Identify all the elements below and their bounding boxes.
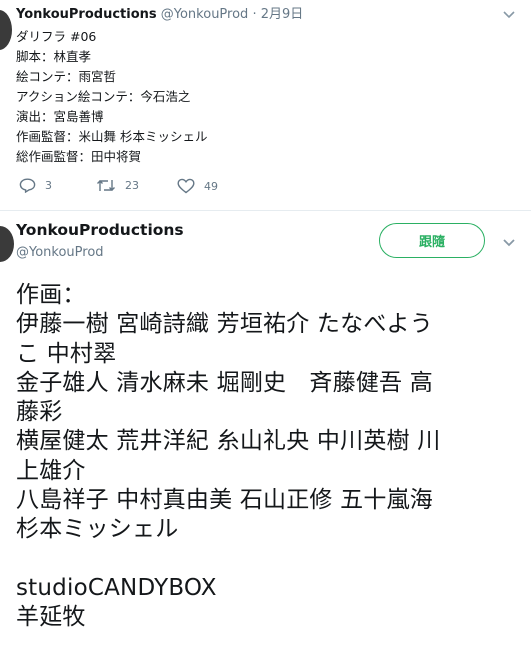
tweet-text-line: 演出：宮島善博 bbox=[16, 109, 104, 124]
tweet-text-line: 金子雄人 清水麻未 堀剛史 斉藤健吾 高 bbox=[16, 369, 433, 396]
like-count: 49 bbox=[204, 179, 218, 193]
chevron-down-icon[interactable] bbox=[501, 234, 517, 247]
reply-icon bbox=[19, 178, 36, 193]
retweet-icon bbox=[96, 178, 116, 193]
heart-icon bbox=[177, 178, 195, 194]
avatar[interactable] bbox=[0, 226, 14, 262]
follow-button[interactable]: 跟隨 bbox=[379, 223, 485, 258]
tweet-text: 作画： 伊藤一樹 宮崎詩織 芳垣祐介 たなべよう こ 中村翠 金子雄人 清水麻未… bbox=[16, 281, 516, 633]
tweet-text-line: こ 中村翠 bbox=[16, 340, 117, 367]
tweet-date[interactable]: 2月9日 bbox=[261, 7, 304, 22]
user-handle[interactable]: @YonkouProd bbox=[161, 7, 249, 22]
display-name[interactable]: YonkouProductions bbox=[16, 7, 157, 22]
tweet-text-line: 八島祥子 中村真由美 石山正修 五十嵐海 bbox=[16, 487, 433, 514]
avatar[interactable] bbox=[0, 10, 12, 50]
tweet-text-line: 藤彩 bbox=[16, 399, 63, 426]
tweet-text-line: 横屋健太 荒井洋紀 糸山礼央 中川英樹 川 bbox=[16, 428, 441, 455]
tweet-text-line: 作画： bbox=[16, 282, 86, 308]
tweet-text-line: ダリフラ #06 bbox=[16, 29, 97, 44]
tweet-text-line: 羊延牧 bbox=[16, 604, 86, 631]
tweet-text-line: 総作画監督：田中将賀 bbox=[16, 149, 142, 164]
tweet-text-line: 作画監督：米山舞 杉本ミッシェル bbox=[16, 129, 208, 144]
reply-button[interactable]: 3 bbox=[19, 178, 52, 193]
retweet-count: 23 bbox=[125, 179, 139, 192]
previous-tweet: YonkouProductions @YonkouProd · 2月9日 ダリフ… bbox=[16, 6, 521, 167]
tweet-text: ダリフラ #06 脚本：林直孝 絵コンテ：雨宮哲 アクション絵コンテ：今石浩之 … bbox=[16, 27, 521, 167]
retweet-button[interactable]: 23 bbox=[96, 178, 139, 193]
separator: · bbox=[252, 7, 257, 22]
tweet-text-line: 絵コンテ：雨宮哲 bbox=[16, 69, 117, 84]
tweet-text-line: 杉本ミッシェル bbox=[16, 516, 179, 543]
chevron-down-icon[interactable] bbox=[503, 8, 515, 22]
tweet-text-line: 伊藤一樹 宮崎詩織 芳垣祐介 たなべよう bbox=[16, 311, 433, 338]
like-button[interactable]: 49 bbox=[177, 178, 218, 194]
tweet-text-line: 上雄介 bbox=[16, 457, 86, 484]
tweet-actions: 3 23 49 bbox=[19, 178, 279, 198]
tweet-text-line: studioCANDYBOX bbox=[16, 574, 217, 601]
reply-count: 3 bbox=[45, 179, 52, 192]
tweet-header: YonkouProductions @YonkouProd · 2月9日 bbox=[16, 6, 521, 24]
tweet-text-line: 脚本：林直孝 bbox=[16, 49, 92, 64]
tweet-text-line: アクション絵コンテ：今石浩之 bbox=[16, 89, 191, 104]
divider bbox=[0, 210, 531, 211]
